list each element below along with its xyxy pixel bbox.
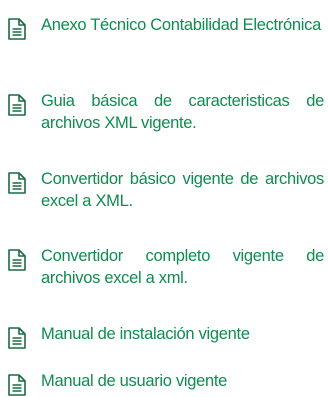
document-link[interactable]: Manual de usuario vigente [41,370,324,392]
document-item[interactable]: Manual de usuario vigente [6,370,324,397]
document-link[interactable]: Guia básica de caracteristicas de archiv… [41,90,324,134]
document-icon [8,18,26,40]
document-item[interactable]: Manual de instalación vigente [6,323,324,350]
document-item[interactable]: Anexo Técnico Contabilidad Electrónica [6,14,324,41]
document-item[interactable]: Guia básica de caracteristicas de archiv… [6,90,324,134]
document-icon [8,94,26,116]
document-link[interactable]: Anexo Técnico Contabilidad Electrónica [41,14,324,36]
document-item[interactable]: Convertidor básico vigente de archivos e… [6,168,324,212]
document-link[interactable]: Convertidor básico vigente de archivos e… [41,168,324,212]
document-link[interactable]: Manual de instalación vigente [41,323,324,345]
document-item[interactable]: Convertidor completo vigente de archivos… [6,245,324,289]
document-icon [8,172,26,194]
document-link[interactable]: Convertidor completo vigente de archivos… [41,245,324,289]
document-icon [8,374,26,396]
document-icon [8,249,26,271]
document-icon [8,327,26,349]
